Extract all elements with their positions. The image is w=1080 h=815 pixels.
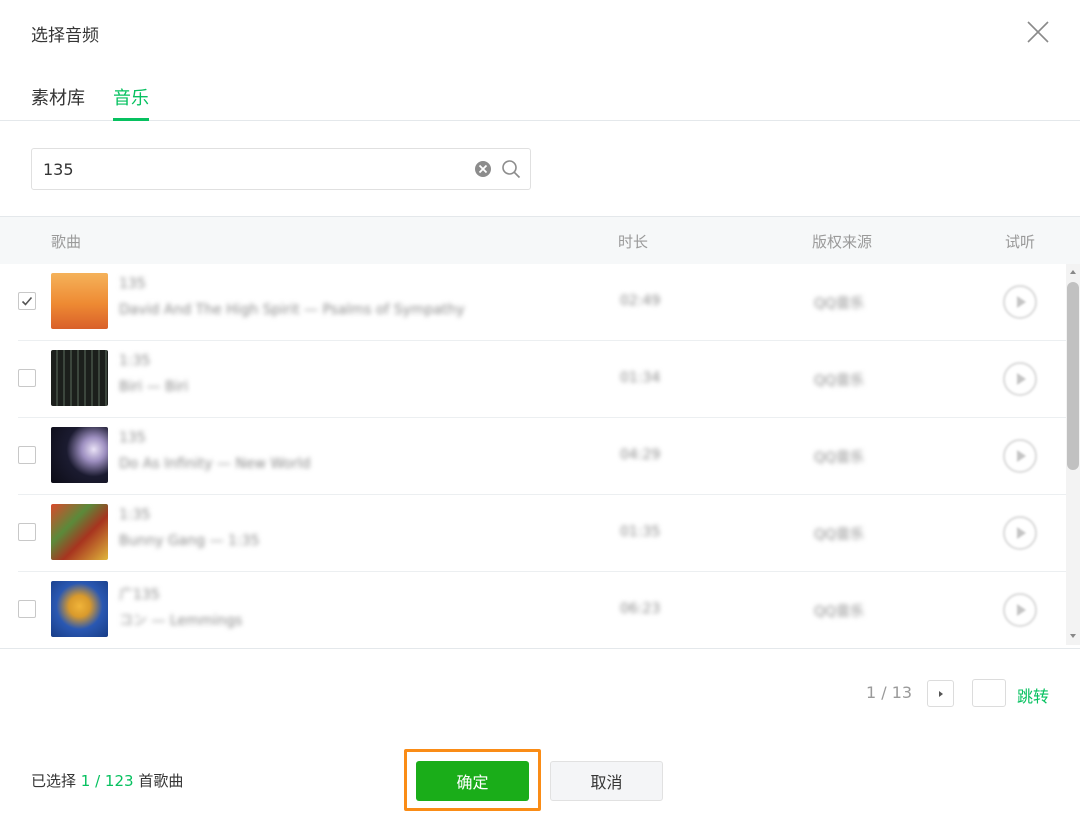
scroll-thumb[interactable]	[1067, 282, 1079, 470]
close-icon[interactable]	[1026, 20, 1050, 44]
confirm-button[interactable]: 确定	[416, 761, 529, 801]
song-row[interactable]: 135 David And The High Spirit — Psalms o…	[0, 264, 1066, 341]
checkmark-icon	[21, 296, 33, 306]
song-artist-album: Bunny Gang — 1:35	[119, 533, 260, 549]
song-duration: 04:29	[620, 447, 661, 463]
selected-count: 1 / 123	[80, 772, 134, 790]
selected-suffix: 首歌曲	[138, 772, 184, 790]
song-copyright-source: QQ音乐	[814, 296, 865, 312]
play-preview-button[interactable]	[1003, 285, 1037, 319]
song-row[interactable]: 1:35 Biri — Biri 01:34 QQ音乐	[0, 341, 1066, 418]
song-copyright-source: QQ音乐	[814, 450, 865, 466]
selection-summary: 已选择 1 / 123 首歌曲	[31, 770, 183, 791]
song-title: 1:35	[119, 353, 151, 369]
column-header-song: 歌曲	[51, 233, 82, 251]
album-cover	[51, 504, 108, 560]
song-checkbox[interactable]	[18, 446, 36, 464]
song-copyright-source: QQ音乐	[814, 604, 865, 620]
song-duration: 06:23	[620, 601, 661, 617]
song-artist-album: Do As Infinity — New World	[119, 456, 311, 472]
search-icon[interactable]	[501, 159, 521, 179]
play-preview-button[interactable]	[1003, 362, 1037, 396]
song-checkbox[interactable]	[18, 369, 36, 387]
search-box	[31, 148, 531, 190]
song-checkbox[interactable]	[18, 292, 36, 310]
page-number-input[interactable]	[972, 679, 1006, 707]
play-preview-button[interactable]	[1003, 516, 1037, 550]
column-header-preview: 试听	[1005, 233, 1036, 251]
tab-bar: 素材库 音乐	[0, 74, 1080, 121]
tab-music[interactable]: 音乐	[113, 84, 149, 110]
scroll-up-arrow-icon[interactable]	[1070, 270, 1076, 274]
song-row[interactable]: 1:35 Bunny Gang — 1:35 01:35 QQ音乐	[0, 495, 1066, 572]
song-copyright-source: QQ音乐	[814, 373, 865, 389]
song-duration: 01:35	[620, 524, 661, 540]
song-duration: 02:49	[620, 293, 661, 309]
jump-link[interactable]: 跳转	[1017, 683, 1049, 707]
next-page-button[interactable]	[927, 680, 954, 707]
song-artist-album: David And The High Spirit — Psalms of Sy…	[119, 302, 465, 318]
table-header: 歌曲 时长 版权来源 试听	[0, 216, 1080, 264]
tab-material-library[interactable]: 素材库	[31, 84, 85, 110]
active-tab-indicator	[113, 118, 149, 121]
song-duration: 01:34	[620, 370, 661, 386]
column-header-duration: 时长	[618, 233, 649, 251]
song-copyright-source: QQ音乐	[814, 527, 865, 543]
page-indicator: 1 / 13	[866, 683, 913, 702]
selected-prefix: 已选择	[31, 772, 77, 790]
clear-icon[interactable]	[474, 160, 492, 178]
album-cover	[51, 273, 108, 329]
song-list: 135 David And The High Spirit — Psalms o…	[0, 264, 1066, 645]
song-artist-album: Biri — Biri	[119, 379, 189, 395]
column-header-source: 版权来源	[812, 233, 873, 251]
song-title: 1:35	[119, 507, 151, 523]
dialog-title: 选择音频	[31, 26, 99, 46]
song-artist-album: コン — Lemmings	[119, 613, 243, 629]
song-row[interactable]: 广135 コン — Lemmings 06:23 QQ音乐	[0, 572, 1066, 645]
list-bottom-divider	[0, 648, 1080, 649]
album-cover	[51, 581, 108, 637]
song-title: 135	[119, 430, 146, 446]
song-title: 135	[119, 276, 146, 292]
song-title: 广135	[119, 587, 160, 603]
scroll-down-arrow-icon[interactable]	[1070, 634, 1076, 638]
search-input[interactable]	[43, 157, 463, 181]
album-cover	[51, 350, 108, 406]
album-cover	[51, 427, 108, 483]
song-row[interactable]: 135 Do As Infinity — New World 04:29 QQ音…	[0, 418, 1066, 495]
play-preview-button[interactable]	[1003, 439, 1037, 473]
cancel-button[interactable]: 取消	[550, 761, 663, 801]
song-checkbox[interactable]	[18, 600, 36, 618]
song-checkbox[interactable]	[18, 523, 36, 541]
list-scrollbar[interactable]	[1066, 264, 1080, 645]
play-preview-button[interactable]	[1003, 593, 1037, 627]
